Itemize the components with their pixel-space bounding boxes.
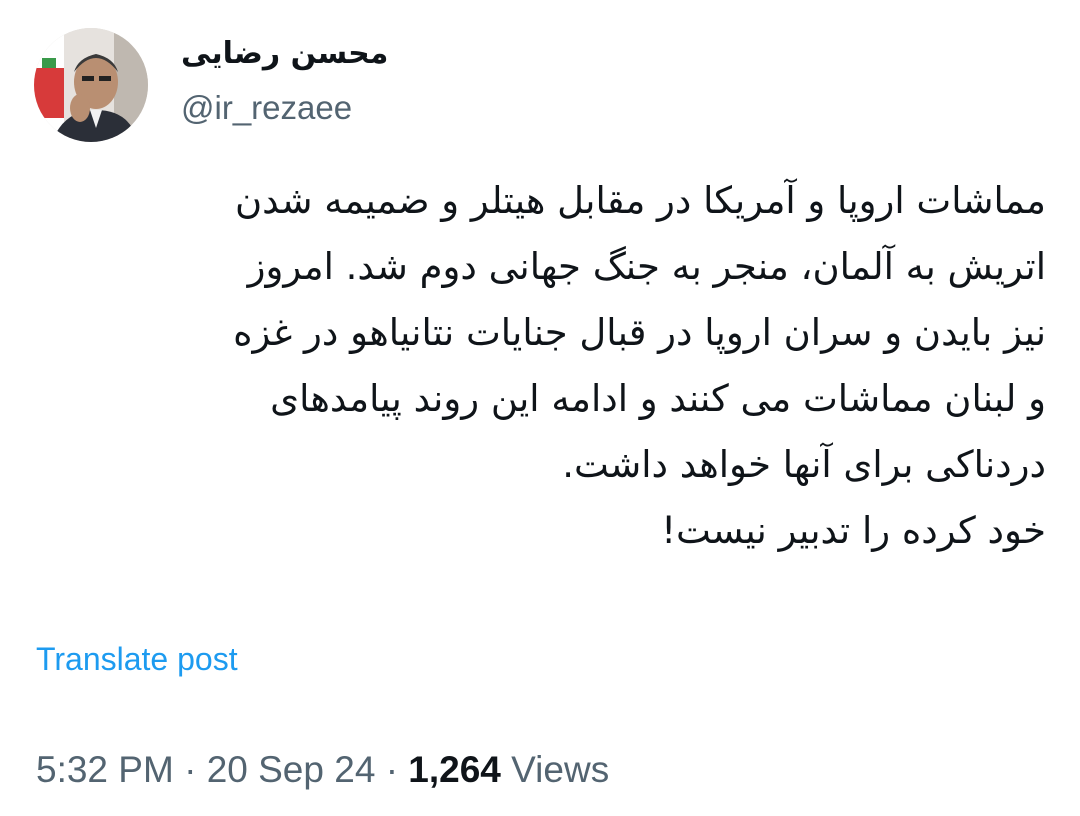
post-date[interactable]: 20 Sep 24 <box>207 749 376 790</box>
post-meta: 5:32 PM · 20 Sep 24 · 1,264 Views <box>36 748 609 792</box>
meta-separator: · <box>184 749 197 790</box>
post-time[interactable]: 5:32 PM <box>36 749 174 790</box>
handle[interactable]: @ir_rezaee <box>181 88 352 128</box>
translate-post-link[interactable]: Translate post <box>36 640 238 678</box>
avatar[interactable] <box>34 28 148 142</box>
tweet-line: خود کرده را تدبیر نیست! <box>661 509 1046 552</box>
meta-separator: · <box>385 749 399 790</box>
tweet-line: اتریش به آلمان، منجر به جنگ جهانی دوم شد… <box>247 245 1046 288</box>
views-count[interactable]: 1,264 <box>408 749 501 790</box>
tweet-line: نیز بایدن و سران اروپا در قبال جنایات نت… <box>233 311 1046 354</box>
views-label: Views <box>511 749 610 790</box>
tweet-line: مماشات اروپا و آمریکا در مقابل هیتلر و ض… <box>234 179 1046 222</box>
display-name[interactable]: محسن رضایی <box>181 36 481 72</box>
tweet-text: مماشات اروپا و آمریکا در مقابل هیتلر و ض… <box>30 168 1046 564</box>
tweet-line: دردناکی برای آنها خواهد داشت. <box>562 443 1046 486</box>
tweet-line: و لبنان مماشات می کنند و ادامه این روند … <box>270 377 1046 420</box>
